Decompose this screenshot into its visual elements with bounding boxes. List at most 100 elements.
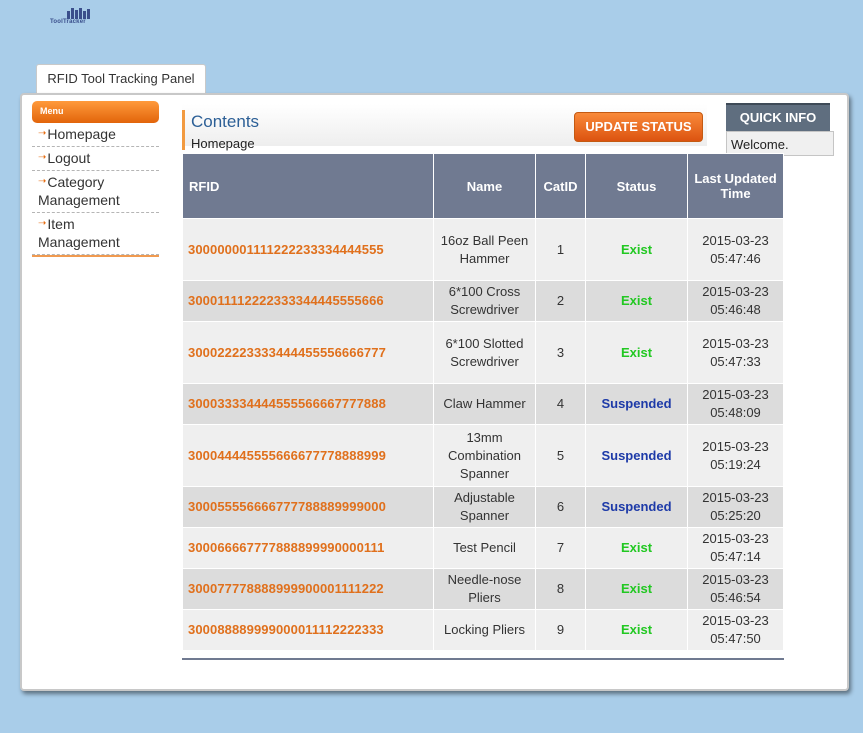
status-cell: Exist [585, 218, 688, 281]
last-updated-time: 05:46:54 [710, 590, 761, 605]
catid-cell: 8 [535, 568, 586, 610]
arrow-icon: ➝ [38, 128, 47, 139]
last-updated-cell: 2015-03-23 05:46:48 [687, 280, 784, 322]
status-badge: Exist [620, 241, 653, 257]
last-updated-time: 05:19:24 [710, 456, 761, 472]
status-cell: Suspended [585, 383, 688, 425]
rfid-cell[interactable]: 300077778888999900001111222 [182, 568, 434, 610]
column-header-status[interactable]: Status [585, 153, 688, 219]
sidebar-item-label: Logout [47, 150, 91, 166]
status-badge: Suspended [601, 396, 672, 411]
catid-cell: 5 [535, 424, 586, 487]
status-cell: Exist [585, 609, 688, 651]
rfid-cell[interactable]: 300000001111222233334444555 [182, 218, 434, 281]
last-updated-date: 2015-03-23 [702, 335, 769, 351]
logo: ToolTracker [50, 8, 110, 26]
table-row[interactable]: 300088889999000011112222333 Locking Plier… [182, 609, 784, 651]
table-row[interactable]: 300044445555666677778888999 13mm Combinat… [182, 424, 784, 487]
status-badge: Suspended [601, 499, 672, 514]
menu-header: Menu [32, 101, 159, 123]
last-updated-cell: 2015-03-23 05:47:14 [687, 527, 784, 569]
menu-divider [32, 255, 159, 257]
rfid-cell[interactable]: 300044445555666677778888999 [182, 424, 434, 487]
catid-cell: 6 [535, 486, 586, 528]
status-cell: Exist [585, 321, 688, 384]
name-cell: 13mm Combination Spanner [433, 424, 536, 487]
last-updated-time: 05:47:50 [710, 631, 761, 646]
rfid-cell[interactable]: 300055556666777788889999000 [182, 486, 434, 528]
table-row[interactable]: 300022223333444455556666777 6*100 Slotted… [182, 321, 784, 384]
sidebar-item-category-management[interactable]: ➝Category Management [32, 171, 159, 213]
sidebar-item-homepage[interactable]: ➝Homepage [32, 123, 159, 147]
table-row[interactable]: 300066667777888899990000111 Test Pencil 7 E… [182, 527, 784, 569]
sidebar-item-item-management[interactable]: ➝Item Management [32, 213, 159, 255]
sidebar-item-label: Category Management [38, 174, 120, 208]
catid-cell: 3 [535, 321, 586, 384]
last-updated-time: 05:47:46 [710, 250, 761, 266]
sidebar-menu: Menu ➝Homepage ➝Logout ➝Category Managem… [32, 101, 159, 257]
update-status-button[interactable]: UPDATE STATUS [574, 112, 703, 142]
arrow-icon: ➝ [38, 218, 47, 229]
status-badge: Exist [620, 344, 653, 360]
column-header-name[interactable]: Name [433, 153, 536, 219]
rfid-cell[interactable]: 300011112222333344445555666 [182, 280, 434, 322]
last-updated-date: 2015-03-23 [702, 232, 769, 248]
last-updated-date: 2015-03-23 [702, 387, 769, 402]
catid-cell: 7 [535, 527, 586, 569]
arrow-icon: ➝ [38, 152, 47, 163]
column-header-last-updated[interactable]: Last Updated Time [687, 153, 784, 219]
table-row[interactable]: 300055556666777788889999000 Adjustable Sp… [182, 486, 784, 528]
table-body: 300000001111222233334444555 16oz Ball Pee… [182, 218, 784, 651]
status-cell: Exist [585, 568, 688, 610]
status-badge: Exist [620, 581, 653, 596]
status-cell: Suspended [585, 486, 688, 528]
last-updated-time: 05:46:48 [710, 302, 761, 317]
status-badge: Exist [620, 540, 653, 555]
name-cell: Needle-nose Pliers [433, 568, 536, 610]
breadcrumb: Homepage [191, 136, 255, 151]
last-updated-date: 2015-03-23 [702, 531, 769, 546]
last-updated-cell: 2015-03-23 05:19:24 [687, 424, 784, 487]
sidebar-item-logout[interactable]: ➝Logout [32, 147, 159, 171]
last-updated-cell: 2015-03-23 05:47:46 [687, 218, 784, 281]
arrow-icon: ➝ [38, 176, 47, 187]
status-badge: Exist [620, 622, 653, 637]
table-row[interactable]: 300011112222333344445555666 6*100 Cross S… [182, 280, 784, 322]
column-header-catid[interactable]: CatID [535, 153, 586, 219]
last-updated-date: 2015-03-23 [702, 284, 769, 299]
table-header-row: RFID Name CatID Status Last Updated Time [182, 153, 784, 219]
page-title: Contents [191, 112, 260, 131]
status-cell: Exist [585, 280, 688, 322]
status-badge: Exist [620, 293, 653, 308]
catid-cell: 9 [535, 609, 586, 651]
logo-brand-text: ToolTracker [50, 19, 86, 25]
tool-rack-icon [67, 8, 91, 19]
status-cell: Exist [585, 527, 688, 569]
main-panel: Menu ➝Homepage ➝Logout ➝Category Managem… [20, 93, 849, 691]
table-row[interactable]: 300000001111222233334444555 16oz Ball Pee… [182, 218, 784, 281]
table-row[interactable]: 300077778888999900001111222 Needle-nose P… [182, 568, 784, 610]
name-cell: Claw Hammer [433, 383, 536, 425]
last-updated-cell: 2015-03-23 05:48:09 [687, 383, 784, 425]
status-cell: Suspended [585, 424, 688, 487]
last-updated-date: 2015-03-23 [702, 490, 769, 505]
tab-rfid-tool-tracking-panel[interactable]: RFID Tool Tracking Panel [36, 64, 206, 95]
tool-table: RFID Name CatID Status Last Updated Time… [182, 153, 784, 651]
sidebar-item-label: Homepage [47, 126, 116, 142]
name-cell: 16oz Ball Peen Hammer [433, 218, 536, 281]
column-header-rfid[interactable]: RFID [182, 153, 434, 219]
catid-cell: 4 [535, 383, 586, 425]
name-cell: Test Pencil [433, 527, 536, 569]
name-cell: 6*100 Slotted Screwdriver [433, 321, 536, 384]
table-row[interactable]: 300033334444555566667777888 Claw Hammer 4 S… [182, 383, 784, 425]
name-cell: Locking Pliers [433, 609, 536, 651]
rfid-cell[interactable]: 300022223333444455556666777 [182, 321, 434, 384]
catid-cell: 1 [535, 218, 586, 281]
rfid-cell[interactable]: 300066667777888899990000111 [182, 527, 434, 569]
status-badge: Suspended [601, 447, 672, 463]
last-updated-date: 2015-03-23 [702, 613, 769, 628]
rfid-cell[interactable]: 300033334444555566667777888 [182, 383, 434, 425]
rfid-cell[interactable]: 300088889999000011112222333 [182, 609, 434, 651]
last-updated-time: 05:47:14 [710, 549, 761, 564]
last-updated-time: 05:47:33 [710, 353, 761, 369]
